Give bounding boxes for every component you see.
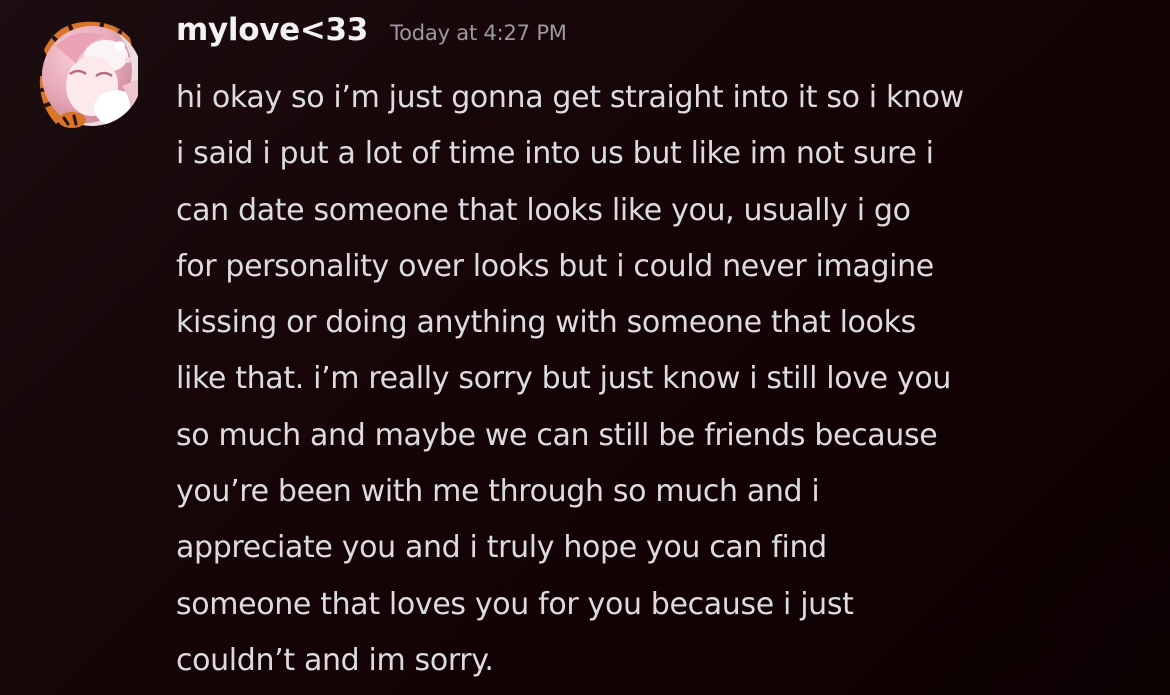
anime-girl-avatar-icon — [39, 21, 138, 128]
message-line: like that. i’m really sorry but just kno… — [176, 361, 951, 397]
chat-message: mylove<33 Today at 4:27 PM hi okay so i’… — [0, 0, 1170, 695]
message-line: appreciate you and i truly hope you can … — [176, 530, 827, 566]
message-line: someone that loves you for you because i… — [176, 586, 854, 622]
message-line: couldn’t and im sorry. — [176, 642, 494, 678]
message-content: mylove<33 Today at 4:27 PM hi okay so i’… — [176, 12, 1156, 689]
message-line: hi okay so i’m just gonna get straight i… — [176, 80, 964, 115]
avatar[interactable] — [36, 16, 138, 132]
username[interactable]: mylove<33 — [176, 12, 368, 48]
message-body: hi okay so i’m just gonna get straight i… — [176, 70, 1156, 689]
message-line: you’re been with me through so much and … — [176, 474, 820, 510]
message-line: so much and maybe we can still be friend… — [176, 417, 938, 453]
message-line: can date someone that looks like you, us… — [176, 192, 911, 228]
message-line: i said i put a lot of time into us but l… — [176, 136, 934, 172]
timestamp: Today at 4:27 PM — [390, 21, 567, 45]
message-line: for personality over looks but i could n… — [176, 248, 934, 284]
message-header: mylove<33 Today at 4:27 PM — [176, 12, 1156, 68]
message-line: kissing or doing anything with someone t… — [176, 305, 916, 341]
